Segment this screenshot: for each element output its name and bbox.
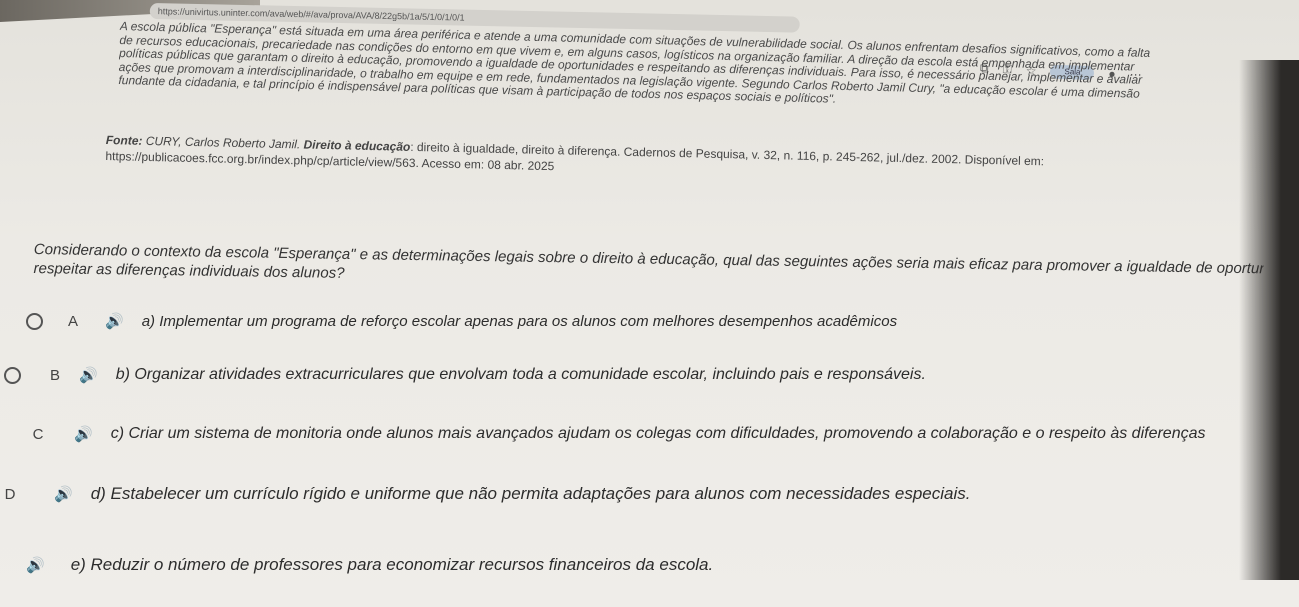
context-passage: A escola pública "Esperança" está situad… [118, 20, 1199, 116]
option-e[interactable]: 🔊 e) Reduzir o número de professores par… [26, 555, 713, 575]
question-stem: Considerando o contexto da escola "Esper… [33, 240, 1263, 297]
option-text: a) Implementar um programa de reforço es… [141, 312, 898, 330]
speaker-icon[interactable]: 🔊 [26, 556, 45, 574]
option-letter: D [4, 485, 16, 503]
source-title: Direito à educação [303, 137, 411, 154]
option-b[interactable]: B 🔊 b) Organizar atividades extracurricu… [4, 366, 926, 384]
option-a[interactable]: A 🔊 a) Implementar um programa de reforç… [26, 312, 897, 330]
monitor-bezel [1239, 60, 1299, 580]
option-text: b) Organizar atividades extracurriculare… [115, 366, 926, 383]
source-citation: Fonte: CURY, Carlos Roberto Jamil. Direi… [105, 132, 1225, 189]
speaker-icon[interactable]: 🔊 [79, 366, 98, 384]
option-text: d) Estabelecer um currículo rígido e uni… [90, 484, 971, 503]
speaker-icon[interactable]: 🔊 [74, 425, 93, 443]
option-letter: A [67, 312, 78, 330]
speaker-icon[interactable]: 🔊 [105, 312, 124, 330]
option-letter: C [32, 425, 44, 443]
speaker-icon[interactable]: 🔊 [54, 485, 73, 503]
radio-button[interactable] [26, 312, 43, 330]
option-d[interactable]: D 🔊 d) Estabelecer um currículo rígido e… [0, 484, 971, 504]
url-text: https://univirtus.uninter.com/ava/web/#/… [157, 6, 465, 23]
option-c[interactable]: C 🔊 c) Criar um sistema de monitoria ond… [28, 425, 1206, 443]
option-letter: B [49, 366, 60, 384]
source-label: Fonte: [105, 132, 143, 148]
option-text: c) Criar um sistema de monitoria onde al… [110, 425, 1206, 442]
radio-button[interactable] [4, 366, 21, 384]
option-text: e) Reduzir o número de professores para … [70, 555, 714, 574]
exam-page: https://univirtus.uninter.com/ava/web/#/… [0, 0, 1299, 607]
